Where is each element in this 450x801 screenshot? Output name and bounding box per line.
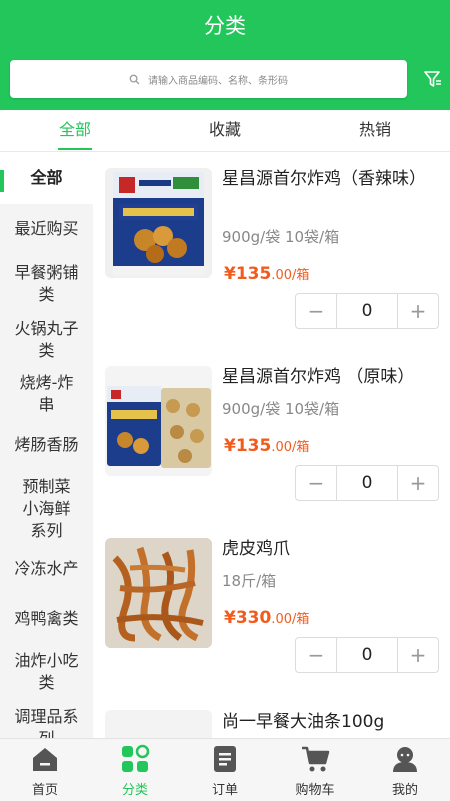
quantity-value[interactable]: 0: [337, 466, 397, 500]
tab-hot[interactable]: 热销: [340, 110, 410, 152]
product-image[interactable]: [105, 710, 212, 738]
quantity-value[interactable]: 0: [337, 294, 397, 328]
nav-profile[interactable]: 我的: [360, 739, 450, 801]
sidebar-item-sausage[interactable]: 烤肠香肠: [0, 434, 93, 456]
quantity-stepper: − 0 +: [295, 637, 439, 673]
nav-orders[interactable]: 订单: [180, 739, 270, 801]
price-unit: /箱: [292, 268, 310, 283]
quantity-value[interactable]: 0: [337, 638, 397, 672]
price-unit: /箱: [292, 440, 310, 455]
category-sidebar: 全部 最近购买 早餐粥铺类 火锅丸子类 烧烤-炸串 烤肠香肠 预制菜小海鲜系列 …: [0, 152, 93, 738]
increase-button[interactable]: +: [397, 294, 438, 328]
price-value: 135: [235, 436, 272, 456]
product-name[interactable]: 尚一早餐大油条100g: [222, 709, 440, 735]
price-currency: ¥: [224, 436, 236, 456]
filter-button[interactable]: [416, 58, 450, 100]
nav-category[interactable]: 分类: [90, 739, 180, 801]
product-name[interactable]: 虎皮鸡爪: [222, 536, 440, 562]
price-decimal: .00: [271, 440, 293, 455]
price-value: 330: [235, 608, 272, 628]
order-icon: [214, 746, 236, 772]
search-icon: [129, 74, 140, 84]
sidebar-item-prepared[interactable]: 预制菜小海鲜系列: [0, 476, 93, 542]
sidebar-item-breakfast[interactable]: 早餐粥铺类: [0, 262, 93, 306]
sidebar-active-indicator: [0, 170, 4, 192]
sidebar-item-poultry[interactable]: 鸡鸭禽类: [0, 608, 93, 630]
product-image[interactable]: [105, 366, 212, 476]
nav-home[interactable]: 首页: [0, 739, 90, 801]
product-name[interactable]: 星昌源首尔炸鸡 （原味）: [222, 364, 440, 390]
product-price: ¥330.00/箱: [224, 608, 309, 628]
product-spec: 900g/袋 10袋/箱: [222, 228, 340, 246]
top-header: 分类 请输入商品编码、名称、条形码: [0, 0, 450, 110]
decrease-button[interactable]: −: [296, 466, 337, 500]
tab-all[interactable]: 全部: [40, 110, 110, 152]
price-value: 135: [235, 264, 272, 284]
decrease-button[interactable]: −: [296, 294, 337, 328]
profile-icon: [393, 747, 417, 772]
tab-bar: 全部 收藏 热销: [0, 110, 450, 152]
page-title: 分类: [204, 14, 246, 38]
cart-icon: [302, 746, 330, 772]
filter-icon: [424, 71, 441, 87]
sidebar-item-all[interactable]: 全部: [0, 152, 93, 204]
decrease-button[interactable]: −: [296, 638, 337, 672]
home-icon: [33, 748, 57, 771]
quantity-stepper: − 0 +: [295, 465, 439, 501]
nav-orders-label: 订单: [211, 783, 238, 798]
increase-button[interactable]: +: [397, 638, 438, 672]
search-input[interactable]: 请输入商品编码、名称、条形码: [10, 60, 407, 98]
sidebar-item-recent[interactable]: 最近购买: [0, 218, 93, 240]
sidebar-item-frozen-seafood[interactable]: 冷冻水产: [0, 558, 93, 580]
sidebar-item-snacks[interactable]: 油炸小吃类: [0, 650, 93, 694]
nav-cart-label: 购物车: [295, 783, 335, 798]
price-decimal: .00: [271, 268, 293, 283]
product-image[interactable]: [105, 538, 212, 648]
product-price: ¥135.00/箱: [224, 436, 309, 456]
fried-dough-image: [105, 710, 212, 738]
product-list: 星昌源首尔炸鸡（香辣味） 900g/袋 10袋/箱 ¥135.00/箱 − 0 …: [93, 152, 450, 738]
price-currency: ¥: [224, 264, 236, 284]
chicken-bag-image: [113, 172, 204, 276]
price-unit: /箱: [292, 612, 310, 627]
tab-active-indicator: [58, 148, 92, 150]
sidebar-item-hotpot[interactable]: 火锅丸子类: [0, 318, 93, 362]
product-spec: 18斤/箱: [222, 572, 277, 590]
product-spec: 900g/袋 10袋/箱: [222, 400, 340, 418]
category-icon: [122, 744, 150, 772]
nav-category-label: 分类: [121, 783, 148, 798]
quantity-stepper: − 0 +: [295, 293, 439, 329]
tab-favorites[interactable]: 收藏: [190, 110, 260, 152]
product-name[interactable]: 星昌源首尔炸鸡（香辣味）: [222, 166, 440, 192]
chicken-bags-image: [105, 366, 212, 476]
nav-profile-label: 我的: [391, 783, 418, 798]
chicken-feet-image: [105, 538, 212, 648]
search-placeholder: 请输入商品编码、名称、条形码: [148, 75, 288, 87]
product-image[interactable]: [105, 168, 212, 278]
bottom-nav: 首页 分类 订单 购物车 我的: [0, 738, 450, 801]
sidebar-item-seasoned[interactable]: 调理品系列: [0, 706, 93, 738]
price-decimal: .00: [271, 612, 293, 627]
price-currency: ¥: [224, 608, 236, 628]
nav-cart[interactable]: 购物车: [270, 739, 360, 801]
nav-home-label: 首页: [31, 783, 58, 798]
product-price: ¥135.00/箱: [224, 264, 309, 284]
increase-button[interactable]: +: [397, 466, 438, 500]
sidebar-item-bbq[interactable]: 烧烤-炸串: [0, 372, 93, 416]
